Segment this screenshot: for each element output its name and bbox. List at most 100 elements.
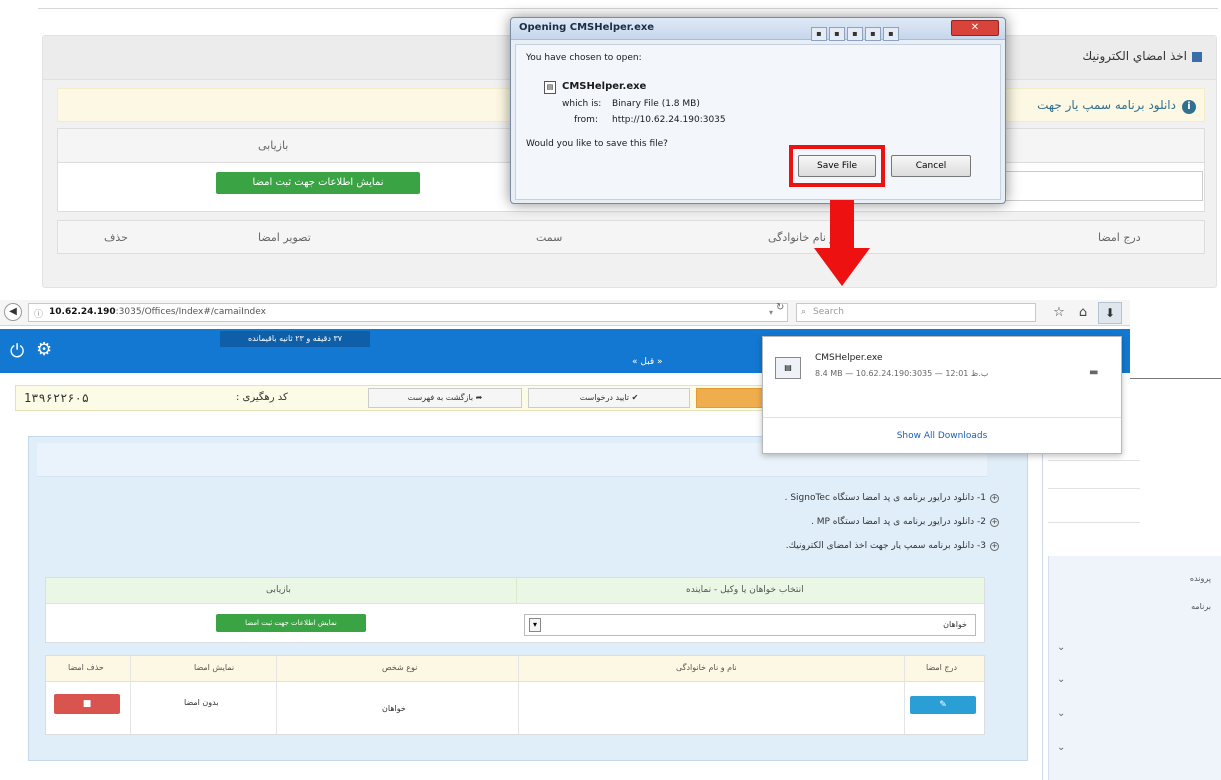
col-select-party: انتخاب خواهان يا وكيل - نماينده xyxy=(686,585,804,595)
instruction-2[interactable]: +2- دانلود درايور برنامه ى پد امضا دستگا… xyxy=(811,517,999,527)
divider xyxy=(1130,378,1221,379)
divider xyxy=(516,578,517,603)
divider xyxy=(904,656,905,734)
list-icon xyxy=(1192,51,1202,62)
divider xyxy=(1048,460,1140,461)
tb-icon-5[interactable]: ▪ xyxy=(883,27,899,41)
show-info-button[interactable]: نمايش اطلاعات جهت ثبت امضا xyxy=(216,614,366,632)
home-icon[interactable]: ⌂ xyxy=(1074,305,1092,323)
nav-previous[interactable]: « قبل » xyxy=(632,357,663,367)
from-value: http://10.62.24.190:3035 xyxy=(612,115,726,125)
save-file-button[interactable]: Save File xyxy=(798,155,876,177)
divider xyxy=(763,417,1121,418)
back-to-list-label: بازگشت به فهرست xyxy=(407,393,474,402)
signatures-table: حذف امضا نمايش امضا نوع شخص نام و نام خا… xyxy=(45,655,985,735)
back-arrow-icon[interactable]: ◀ xyxy=(4,303,22,321)
url-host: 10.62.24.190 xyxy=(49,307,116,317)
cancel-button[interactable]: Cancel xyxy=(891,155,971,177)
notice-link[interactable]: دانلود برنامه سمپ يار جهت xyxy=(1037,98,1176,112)
bottom-screenshot: ◀ ⓘ 10.62.24.190:3035/Offices/Index#/cam… xyxy=(0,296,1221,780)
url-path: :3035/Offices/Index#/camaiIndex xyxy=(115,307,266,317)
signature-content: +1- دانلود درايور برنامه ى پد امضا دستگا… xyxy=(28,436,1028,761)
folder-icon[interactable]: ▬ xyxy=(1089,367,1098,378)
instruction-3[interactable]: +3- دانلود برنامه سمپ يار جهت اخذ امضاى … xyxy=(786,541,999,551)
notice-text[interactable]: i دانلود برنامه سمپ يار جهت xyxy=(1037,98,1196,114)
chevron-down-icon[interactable]: ⌄ xyxy=(1057,708,1065,719)
instruction-3-text[interactable]: 3- دانلود برنامه سمپ يار جهت اخذ امضاى ا… xyxy=(786,541,986,551)
side-item-1[interactable]: پرونده xyxy=(1190,574,1211,583)
dialog-file-name: CMSHelper.exe xyxy=(562,81,647,92)
tracking-number: 1۳۹۶۲۲۶۰۵ xyxy=(24,391,90,405)
pencil-icon: ✎ xyxy=(939,700,947,710)
instruction-2-text[interactable]: 2- دانلود درايور برنامه ى پد امضا دستگاه… xyxy=(811,517,986,527)
col-delete-signature: حذف امضا xyxy=(68,663,104,672)
col-restore: بازيابى xyxy=(258,139,289,152)
signature-status: بدون امضا xyxy=(184,698,219,707)
tb-icon-3[interactable]: ▪ xyxy=(847,27,863,41)
url-bar[interactable]: ⓘ 10.62.24.190:3035/Offices/Index#/camai… xyxy=(28,303,788,322)
confirm-request-button[interactable]: ✔ تاييد درخواست xyxy=(528,388,690,408)
dialog-titlebar[interactable]: Opening CMSHelper.exe ▪ ▪ ▪ ▪ ▪ ✕ xyxy=(511,18,1005,41)
top-screenshot: اخذ امضاي الكترونيك i دانلود برنامه سمپ ي… xyxy=(0,0,1221,300)
which-is-label: which is: xyxy=(562,99,602,109)
insert-signature-button[interactable]: ✎ xyxy=(910,696,976,714)
which-is-value: Binary File (1.8 MB) xyxy=(612,99,700,109)
dropdown-icon[interactable]: ▾ xyxy=(769,308,773,317)
check-icon: ✔ xyxy=(629,393,639,402)
red-arrow-icon xyxy=(814,200,870,286)
tb-icon-1[interactable]: ▪ xyxy=(811,27,827,41)
reload-icon[interactable]: ↻ xyxy=(776,302,784,313)
info-icon: i xyxy=(1182,100,1196,114)
file-icon: ▤ xyxy=(775,357,801,379)
gear-icon[interactable]: ⚙ xyxy=(36,339,52,360)
chevron-down-icon[interactable]: ▾ xyxy=(529,618,541,632)
open-file-dialog: Opening CMSHelper.exe ▪ ▪ ▪ ▪ ▪ ✕ You have c… xyxy=(510,17,1006,204)
save-question: Would you like to save this file? xyxy=(526,139,668,149)
chevron-down-icon[interactable]: ⌄ xyxy=(1057,742,1065,753)
tb-icon-2[interactable]: ▪ xyxy=(829,27,845,41)
side-menu: پرونده برنامه ⌄ ⌄ ⌄ ⌄ xyxy=(1048,556,1221,780)
side-item-2[interactable]: برنامه xyxy=(1191,602,1211,611)
session-timer: ۳۷ دقيقه و ۲۳ ثانيه باقيمانده xyxy=(220,331,370,347)
star-icon[interactable]: ☆ xyxy=(1050,305,1068,323)
info-icon[interactable]: ⓘ xyxy=(34,307,43,320)
close-icon[interactable]: ✕ xyxy=(951,20,999,36)
col-insert-signature: درج امضا xyxy=(926,663,958,672)
col-position: سمت xyxy=(536,231,563,244)
divider xyxy=(1048,488,1140,489)
party-selection-table: بازيابى انتخاب خواهان يا وكيل - نماينده … xyxy=(45,577,985,643)
delete-signature-button[interactable]: ■ xyxy=(54,694,120,714)
plus-circle-icon: + xyxy=(990,542,999,551)
downloads-icon[interactable]: ⬇ xyxy=(1098,302,1122,324)
person-type-value: خواهان xyxy=(382,704,406,713)
instruction-1-text[interactable]: 1- دانلود درايور برنامه ى پد امضا دستگاه… xyxy=(785,493,986,503)
back-to-list-button[interactable]: ➦ بازگشت به فهرست xyxy=(368,388,522,408)
downloads-panel: ▤ CMSHelper.exe 8.4 MB — 10.62.24.190:30… xyxy=(762,336,1122,454)
show-info-button[interactable]: نمايش اطلاعات جهت ثبت امضا xyxy=(216,172,420,194)
power-icon[interactable]: ⏻ xyxy=(10,341,24,362)
divider xyxy=(1048,522,1140,523)
download-meta: 8.4 MB — 10.62.24.190:3035 — 12:01 ب.ظ xyxy=(815,369,989,378)
chevron-down-icon[interactable]: ⌄ xyxy=(1057,674,1065,685)
search-input[interactable]: ⌕ Search xyxy=(796,303,1036,322)
col-insert-signature: درج امضا xyxy=(1098,231,1141,244)
signatures-table-header: حذف تصوير امضا سمت نام و نام خانوادگى در… xyxy=(57,220,1205,254)
party-select-value: خواهان xyxy=(943,620,967,629)
from-label: from: xyxy=(574,115,598,125)
url-text: 10.62.24.190:3035/Offices/Index#/camaiIn… xyxy=(49,307,266,317)
col-restore: بازيابى xyxy=(266,585,291,595)
search-placeholder: Search xyxy=(813,307,844,317)
divider xyxy=(518,656,519,734)
show-all-downloads-link[interactable]: Show All Downloads xyxy=(763,431,1121,441)
tb-icon-4[interactable]: ▪ xyxy=(865,27,881,41)
col-show-signature: نمايش امضا xyxy=(194,663,235,672)
instruction-1[interactable]: +1- دانلود درايور برنامه ى پد امضا دستگا… xyxy=(785,493,999,503)
chevron-down-icon[interactable]: ⌄ xyxy=(1057,642,1065,653)
back-icon: ➦ xyxy=(473,393,483,402)
divider xyxy=(38,8,1218,9)
party-select[interactable]: ▾ خواهان xyxy=(524,614,976,636)
tracking-label: كد رهگيرى : xyxy=(236,392,288,403)
col-delete: حذف xyxy=(104,231,128,244)
divider xyxy=(276,656,277,734)
download-file-name[interactable]: CMSHelper.exe xyxy=(815,353,883,363)
